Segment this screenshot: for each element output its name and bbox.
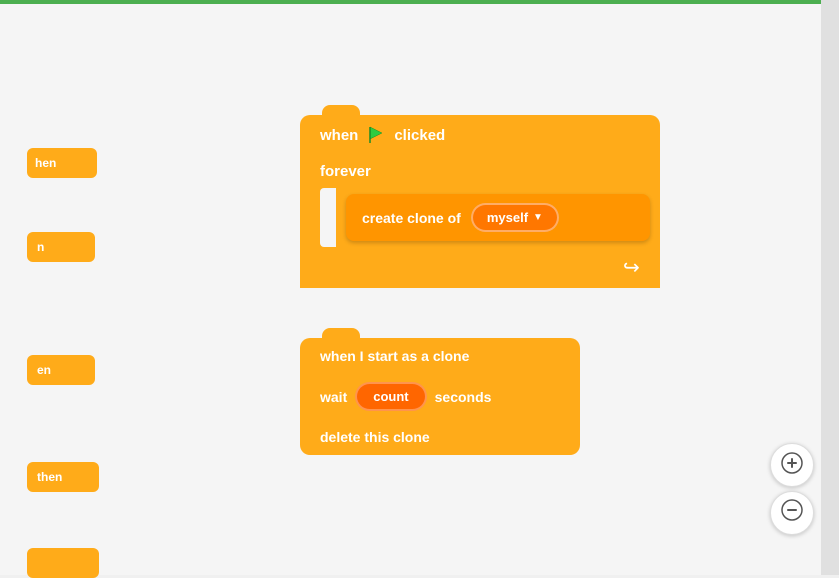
delete-clone-label: delete this clone (320, 429, 430, 445)
canvas: hen n en then when clicked forever (0, 0, 839, 575)
when-label: when (320, 127, 358, 144)
seconds-label: seconds (435, 389, 492, 405)
left-block-5[interactable] (27, 548, 99, 578)
zoom-out-icon (780, 498, 804, 528)
left-block-1-label: hen (35, 156, 56, 170)
myself-dropdown[interactable]: myself ▼ (471, 203, 559, 232)
left-block-2[interactable]: n (27, 232, 95, 262)
block-group-2: when I start as a clone wait count secon… (300, 338, 580, 455)
count-label: count (373, 389, 408, 404)
when-clone-label: when I start as a clone (320, 348, 469, 364)
wait-block[interactable]: wait count seconds (300, 374, 580, 419)
zoom-out-svg (780, 498, 804, 522)
flag-icon (366, 125, 386, 145)
forever-c-shape: create clone of myself ▼ (320, 188, 660, 247)
count-input[interactable]: count (355, 382, 426, 411)
left-block-3-label: en (37, 363, 51, 377)
when-clone-block[interactable]: when I start as a clone (300, 338, 580, 374)
c-content: create clone of myself ▼ (336, 188, 660, 247)
top-border (0, 0, 839, 4)
left-block-4-label: then (37, 470, 89, 484)
myself-label: myself (487, 210, 528, 225)
zoom-in-button[interactable] (770, 443, 814, 487)
forever-bottom: ↩ (300, 247, 660, 288)
create-clone-label: create clone of (362, 210, 461, 226)
forever-arrow-icon: ↩ (623, 255, 640, 280)
hat-bump (322, 105, 360, 117)
dropdown-arrow-icon: ▼ (533, 212, 543, 223)
left-block-1[interactable]: hen (27, 148, 97, 178)
create-clone-block[interactable]: create clone of myself ▼ (346, 194, 650, 241)
zoom-out-button[interactable] (770, 491, 814, 535)
left-block-4[interactable]: then (27, 462, 99, 492)
when-flag-clicked-block[interactable]: when clicked (300, 115, 660, 155)
left-block-2-label: n (37, 240, 85, 254)
zoom-controls (770, 443, 814, 535)
wait-label: wait (320, 389, 347, 405)
forever-block[interactable]: forever create clone of myself ▼ (300, 155, 660, 288)
zoom-in-svg (780, 451, 804, 475)
scrollbar[interactable] (821, 0, 839, 575)
clone-hat-bump (322, 328, 360, 340)
left-block-3[interactable]: en (27, 355, 95, 385)
forever-label: forever (300, 155, 660, 188)
block-group-1: when clicked forever create clone of (300, 115, 660, 288)
zoom-in-icon (780, 451, 804, 480)
clicked-label: clicked (394, 127, 445, 144)
delete-clone-block[interactable]: delete this clone (300, 419, 580, 455)
c-indent (320, 188, 336, 247)
